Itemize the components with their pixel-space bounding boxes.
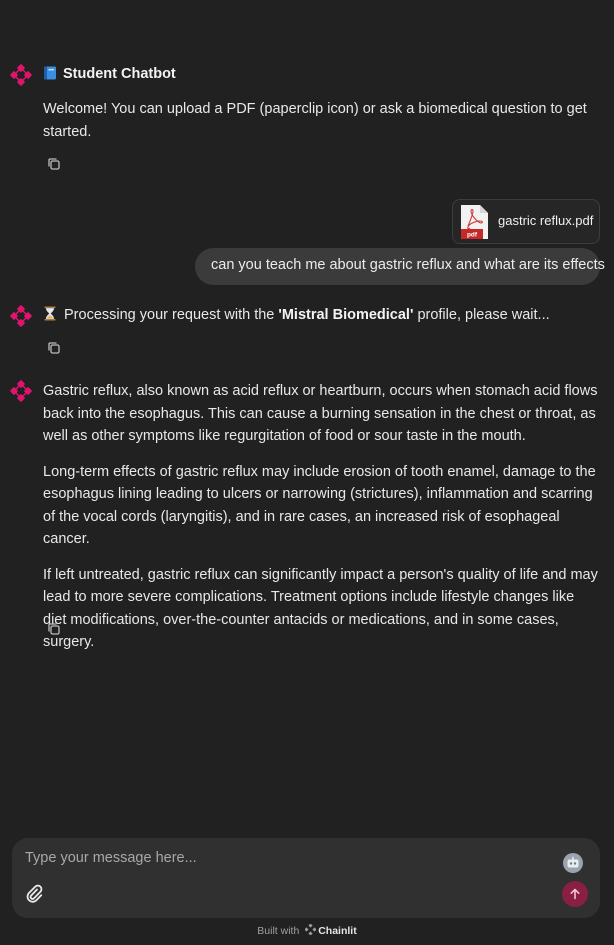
attachment-file-name: gastric reflux.pdf	[498, 213, 594, 228]
footer-brand: Chainlit	[318, 925, 357, 937]
user-message: can you teach me about gastric reflux an…	[195, 248, 605, 285]
assistant-message-processing: Processing your request with the 'Mistra…	[10, 305, 600, 354]
send-button[interactable]	[562, 881, 588, 907]
chatbot-avatar-icon	[10, 305, 32, 327]
chatbot-title: Student Chatbot	[63, 66, 176, 82]
answer-paragraph: Long-term effects of gastric reflux may …	[43, 463, 596, 548]
assistant-message-welcome: Student Chatbot Welcome! You can upload …	[10, 64, 600, 170]
assistant-message-answer: Gastric reflux, also known as acid reflu…	[10, 380, 600, 667]
answer-paragraph: If left untreated, gastric reflux can si…	[43, 566, 598, 651]
welcome-text: Welcome! You can upload a PDF (paperclip…	[43, 101, 587, 140]
chatbot-avatar-icon	[10, 380, 32, 402]
arrow-up-icon	[570, 888, 580, 900]
copy-icon[interactable]	[46, 621, 62, 637]
chainlit-logo-icon	[305, 924, 317, 935]
attachment-card[interactable]: pdf gastric reflux.pdf	[452, 199, 600, 244]
processing-suffix: profile, please wait...	[413, 307, 550, 323]
book-icon	[44, 66, 56, 80]
copy-icon[interactable]	[46, 340, 62, 356]
pdf-file-icon: pdf	[461, 205, 488, 239]
footer-built-with[interactable]: Built with Chainlit	[0, 924, 614, 937]
profile-name: 'Mistral Biomedical'	[278, 307, 414, 323]
pdf-badge-label: pdf	[467, 232, 478, 239]
processing-prefix: Processing your request with the	[64, 307, 279, 323]
robot-icon[interactable]	[563, 853, 583, 873]
hourglass-icon	[44, 306, 56, 321]
answer-paragraph: Gastric reflux, also known as acid reflu…	[43, 383, 598, 444]
copy-icon[interactable]	[46, 156, 62, 172]
paperclip-icon[interactable]	[24, 883, 44, 905]
message-input[interactable]	[25, 848, 525, 868]
footer-prefix: Built with	[257, 925, 300, 937]
message-composer	[12, 838, 600, 918]
chatbot-avatar-icon	[10, 64, 32, 86]
